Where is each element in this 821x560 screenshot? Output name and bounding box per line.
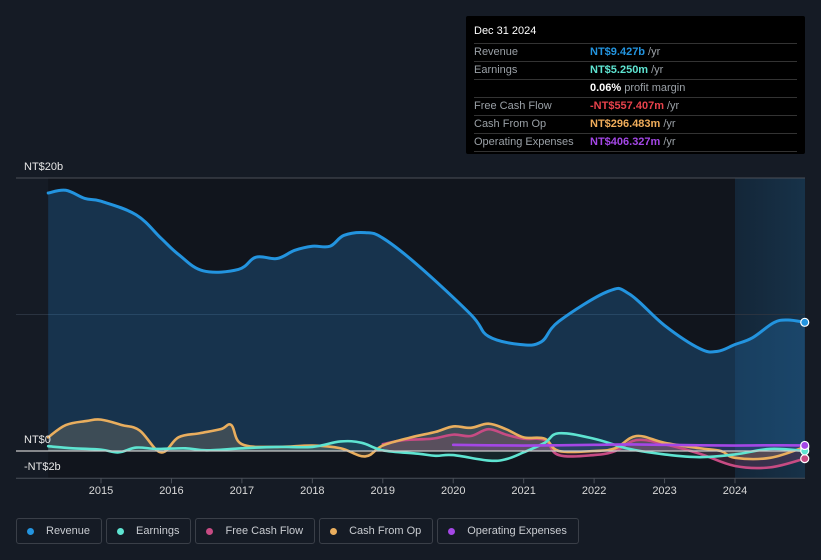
tooltip-date: Dec 31 2024: [474, 23, 797, 44]
tooltip-row-value: -NT$557.407m: [590, 100, 664, 112]
operating-expenses-end-marker[interactable]: [800, 440, 810, 451]
tooltip-row-unit: /yr: [648, 46, 661, 58]
legend-item-revenue[interactable]: Revenue: [16, 518, 103, 544]
x-tick-label: 2022: [582, 485, 606, 497]
x-tick-label: 2017: [230, 485, 254, 497]
tooltip-row: Earnings NT$5.250m/yr: [474, 62, 797, 80]
legend-label: Operating Expenses: [467, 525, 567, 537]
tooltip-row-value: NT$296.483m: [590, 118, 661, 130]
legend-dot-icon: [27, 527, 34, 535]
tooltip-row: Operating Expenses NT$406.327m/yr: [474, 134, 797, 152]
legend-item-earnings[interactable]: Earnings: [106, 518, 192, 544]
legend-label: Earnings: [136, 525, 180, 537]
tooltip-row: Revenue NT$9.427b/yr: [474, 44, 797, 62]
free-cash-flow-end-marker[interactable]: [800, 454, 810, 464]
tooltip-row: Free Cash Flow -NT$557.407m/yr: [474, 98, 797, 116]
tooltip-panel: Dec 31 2024 Revenue NT$9.427b/yr Earnings N…: [466, 16, 805, 154]
tooltip-row-unit: /yr: [651, 64, 664, 76]
tooltip-row-unit: /yr: [663, 118, 676, 130]
x-tick-label: 2020: [441, 485, 465, 497]
legend-label: Cash From Op: [349, 525, 422, 537]
tooltip-row-value: NT$406.327m: [590, 136, 661, 148]
tooltip-row-unit: /yr: [667, 100, 680, 112]
legend-label: Revenue: [46, 525, 91, 537]
legend-dot-icon: [330, 527, 338, 535]
x-tick-label: 2024: [723, 485, 747, 497]
legend: Revenue Earnings Free Cash Flow Cash From O…: [16, 518, 579, 544]
x-tick-label: 2023: [652, 485, 676, 497]
tooltip-row-label: [474, 80, 590, 97]
legend-item-cash-from-op[interactable]: Cash From Op: [319, 518, 434, 544]
x-tick-label: 2015: [89, 485, 113, 497]
y-axis-label: NT$20b: [24, 161, 63, 173]
legend-label: Free Cash Flow: [225, 525, 304, 537]
tooltip-row-label: Earnings: [474, 64, 518, 76]
legend-item-operating-expenses[interactable]: Operating Expenses: [437, 518, 579, 544]
x-tick-label: 2019: [371, 485, 395, 497]
legend-item-free-cash-flow[interactable]: Free Cash Flow: [195, 518, 316, 544]
x-tick-label: 2021: [511, 485, 535, 497]
tooltip-row-label: Revenue: [474, 46, 519, 58]
y-axis-label: -NT$2b: [24, 461, 61, 473]
revenue-end-marker[interactable]: [800, 317, 810, 327]
y-axis-label: NT$0: [24, 434, 51, 446]
tooltip-row-label: Cash From Op: [474, 118, 547, 130]
tooltip-row-unit: profit margin: [624, 82, 686, 94]
tooltip-row-value: NT$9.427b: [590, 46, 646, 58]
tooltip-row-label: Operating Expenses: [474, 136, 574, 148]
tooltip-row: Cash From Op NT$296.483m/yr: [474, 116, 797, 134]
x-tick-label: 2016: [159, 485, 183, 497]
tooltip-row: 0.06% profit margin: [474, 80, 797, 98]
tooltip-row-value: 0.06%: [590, 82, 622, 94]
x-tick-label: 2018: [300, 485, 324, 497]
legend-dot-icon: [117, 527, 125, 535]
tooltip-row-unit: /yr: [663, 136, 676, 148]
legend-dot-icon: [448, 527, 456, 535]
operating-expenses-line: [451, 443, 807, 447]
tooltip-row-value: NT$5.250m: [590, 64, 649, 76]
legend-dot-icon: [206, 527, 214, 535]
tooltip-row-label: Free Cash Flow: [474, 100, 552, 112]
